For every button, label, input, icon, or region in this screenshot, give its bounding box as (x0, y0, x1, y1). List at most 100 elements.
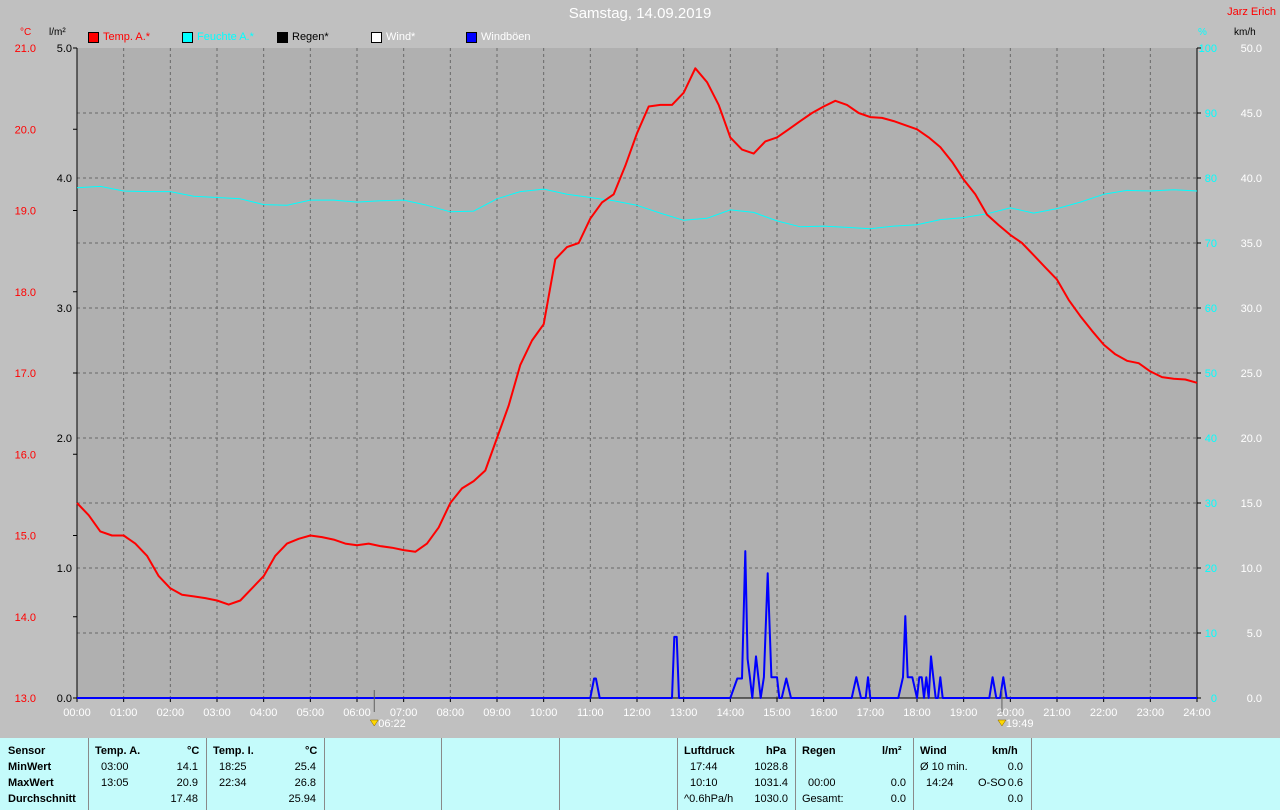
temp-tick-label: 17.0 (15, 368, 36, 380)
temp-tick-label: 18.0 (15, 287, 36, 299)
temp-a-avg: 17.48 (170, 793, 198, 805)
x-tick-label: 19:00 (950, 707, 978, 719)
temp-i-max-time: 22:34 (219, 777, 247, 789)
legend-label: Windböen (481, 31, 531, 43)
rain-total: 0.0 (890, 793, 906, 805)
temp-i-max: 26.8 (294, 777, 316, 789)
rain-tick-label: 3.0 (57, 303, 72, 315)
divider (559, 738, 560, 810)
legend-swatch (182, 31, 193, 43)
wind-tick-label: 25.0 (1241, 368, 1262, 380)
header-sensor: Sensor (8, 745, 46, 757)
pressure-max-time: 10:10 (690, 777, 718, 789)
humidity-tick-label: 10 (1205, 628, 1217, 640)
divider (206, 738, 207, 810)
divider (677, 738, 678, 810)
header-temp-a-unit: °C (187, 745, 200, 757)
humidity-tick-label: 70 (1205, 238, 1217, 250)
temp-i-avg: 25.94 (288, 793, 316, 805)
rain-tick-label: 5.0 (57, 43, 72, 55)
legend-item-wind[interactable]: Wind* (371, 31, 466, 43)
humidity-tick-label: 50 (1205, 368, 1217, 380)
x-tick-label: 13:00 (670, 707, 698, 719)
pressure-avg: 1030.0 (754, 793, 788, 805)
x-tick-label: 15:00 (763, 707, 791, 719)
legend-swatch (88, 31, 99, 43)
rain-tick-label: 0.0 (57, 693, 72, 705)
wind-avg: 0.0 (1007, 793, 1023, 805)
legend-item-humidity[interactable]: Feuchte A.* (182, 31, 277, 43)
temp-a-max-time: 13:05 (101, 777, 129, 789)
sunset-label: 19:49 (1006, 718, 1034, 730)
humidity-tick-label: 80 (1205, 173, 1217, 185)
header-pressure: Luftdruck (684, 745, 735, 757)
legend-label: Regen* (292, 31, 329, 43)
legend-item-temp[interactable]: Temp. A.* (88, 31, 182, 43)
wind-tick-label: 0.0 (1247, 693, 1262, 705)
legend-item-gusts[interactable]: Windböen (466, 31, 566, 43)
humidity-tick-label: 100 (1199, 43, 1217, 55)
x-tick-label: 02:00 (157, 707, 185, 719)
header-temp-i: Temp. I. (213, 745, 254, 757)
sunset-icon (997, 719, 1007, 727)
weather-chart: 00:00 01:00 02:00 03:00 04:00 05:00 06:00 07:00… (15, 43, 1262, 730)
wind-tick-label: 20.0 (1241, 433, 1262, 445)
wind-max-dir: O-SO (978, 777, 1007, 789)
wind-tick-label: 50.0 (1241, 43, 1262, 55)
rain-max-time: 00:00 (808, 777, 836, 789)
header-temp-a: Temp. A. (95, 745, 141, 757)
rain-tick-label: 4.0 (57, 173, 72, 185)
x-tick-label: 12:00 (623, 707, 651, 719)
author-label: Jarz Erich (1227, 6, 1276, 18)
sunrise-icon (369, 719, 379, 727)
wind-tick-label: 30.0 (1241, 303, 1262, 315)
wind-max-time: 14:24 (926, 777, 954, 789)
humidity-tick-label: 30 (1205, 498, 1217, 510)
row-min-label: MinWert (8, 761, 52, 773)
wind-tick-label: 10.0 (1241, 563, 1262, 575)
x-tick-label: 03:00 (203, 707, 231, 719)
rain-total-label: Gesamt: (802, 793, 844, 805)
wind-tick-label: 35.0 (1241, 238, 1262, 250)
wind-avg10: 0.0 (1007, 761, 1023, 773)
wind-max: 0.6 (1007, 777, 1023, 789)
divider (795, 738, 796, 810)
x-tick-label: 24:00 (1183, 707, 1211, 719)
wind-tick-label: 15.0 (1241, 498, 1262, 510)
pressure-min-time: 17:44 (690, 761, 718, 773)
legend-label: Wind* (386, 31, 416, 43)
row-max-label: MaxWert (8, 777, 54, 789)
rain-tick-label: 1.0 (57, 563, 72, 575)
header-temp-i-unit: °C (305, 745, 318, 757)
temp-i-min-time: 18:25 (219, 761, 247, 773)
legend: Temp. A.* Feuchte A.* Regen* Wind* Windb… (88, 31, 566, 43)
temp-a-max: 20.9 (176, 777, 198, 789)
x-tick-label: 17:00 (857, 707, 885, 719)
humidity-tick-label: 90 (1205, 108, 1217, 120)
x-tick-label: 05:00 (297, 707, 325, 719)
rain-max: 0.0 (890, 777, 906, 789)
legend-item-rain[interactable]: Regen* (277, 31, 371, 43)
x-tick-label: 14:00 (717, 707, 745, 719)
humidity-tick-label: 60 (1205, 303, 1217, 315)
x-tick-label: 10:00 (530, 707, 558, 719)
unit-wind: km/h (1234, 27, 1256, 38)
divider (913, 738, 914, 810)
chart-title: Samstag, 14.09.2019 (568, 5, 712, 22)
x-tick-label: 08:00 (437, 707, 465, 719)
humidity-tick-label: 40 (1205, 433, 1217, 445)
temp-tick-label: 21.0 (15, 43, 36, 55)
temp-i-min: 25.4 (294, 761, 316, 773)
header-pressure-unit: hPa (766, 745, 787, 757)
unit-temp: °C (20, 27, 32, 38)
temp-tick-label: 20.0 (15, 124, 36, 136)
row-avg-label: Durchschnitt (8, 793, 76, 805)
x-tick-label: 21:00 (1043, 707, 1071, 719)
legend-label: Feuchte A.* (197, 31, 254, 43)
temp-tick-label: 13.0 (15, 693, 36, 705)
wind-tick-label: 45.0 (1241, 108, 1262, 120)
pressure-max: 1031.4 (754, 777, 788, 789)
humidity-tick-label: 0 (1211, 693, 1217, 705)
pressure-trend: ^0.6hPa/h (684, 793, 734, 805)
legend-label: Temp. A.* (103, 31, 151, 43)
